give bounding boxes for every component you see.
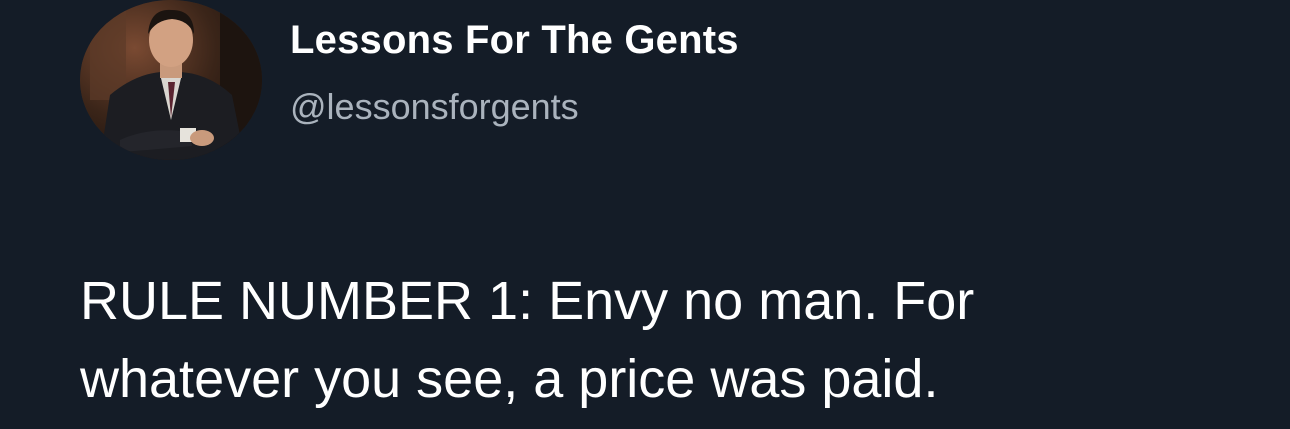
avatar-photo-icon: [80, 0, 262, 160]
avatar[interactable]: [80, 0, 262, 160]
tweet-text: RULE NUMBER 1: Envy no man. For whatever…: [80, 271, 975, 409]
author-display-name[interactable]: Lessons For The Gents: [290, 18, 739, 63]
tweet-card: Lessons For The Gents @lessonsforgents R…: [0, 0, 1290, 429]
author-handle[interactable]: @lessonsforgents: [290, 86, 579, 128]
